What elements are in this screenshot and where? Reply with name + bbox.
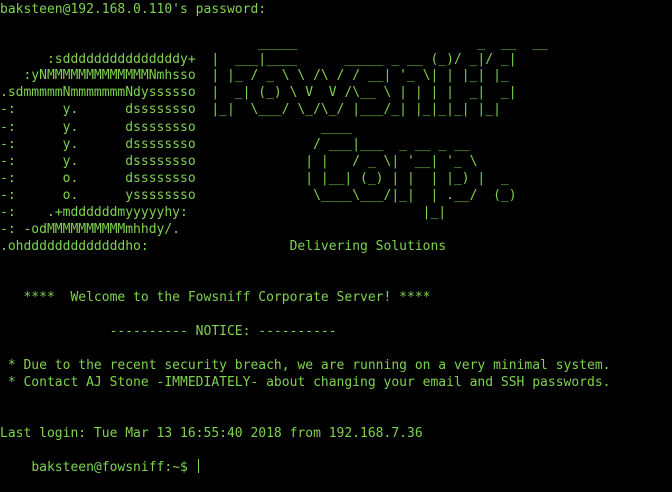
text-cursor (197, 459, 199, 473)
banner-line: .sdmmmmmNmmmmmmmNdyssssso | _| (_) \ V V… (0, 85, 517, 100)
banner-line: _____ _ __ __ (0, 36, 556, 51)
notice-line: * Due to the recent security breach, we … (0, 358, 611, 373)
banner-line: -: y. dssssssso |_| \___/ \_/\_/ |___/_|… (0, 102, 517, 117)
banner-line: -: y. dssssssso | | / _ \| '__| '_ \ (0, 154, 525, 169)
shell-prompt: baksteen@fowsniff:~$ (31, 460, 196, 475)
notice-header: ---------- NOTICE: ---------- (0, 324, 337, 339)
banner-line: :yNMMMMMMMMMMMMMNmhsso | |_ / _ \ \ /\ /… (0, 68, 517, 83)
banner-line: -: .+mddddddmyyyyyhy: |_| (0, 205, 525, 220)
banner-line: -: o. yssssssso \____\___/|_| | .__/ (_) (0, 188, 525, 203)
shell-prompt-line[interactable]: baksteen@fowsniff:~$ (0, 443, 199, 475)
banner-line: -: o. dssssssso | |__| (_) | | | |_) | _ (0, 171, 525, 186)
password-prompt: baksteen@192.168.0.110's password: (0, 2, 267, 17)
banner-line: -: -odMMMMMMMMMMmhhdy/. (0, 222, 525, 237)
welcome-message: **** Welcome to the Fowsniff Corporate S… (0, 290, 431, 305)
banner-line: :sdddddddddddddddy+ | ___|____ _____ _ _… (0, 52, 517, 67)
banner-line: -: y. dssssssso / ___|___ _ __ _ __ (0, 137, 525, 152)
notice-line: * Contact AJ Stone -IMMEDIATELY- about c… (0, 375, 611, 390)
banner-line: -: y. dssssssso ____ (0, 120, 525, 135)
terminal-window[interactable]: baksteen@192.168.0.110's password: _____… (0, 0, 672, 475)
banner-line: .ohdddddddddddddho: Delivering Solutions (0, 239, 447, 254)
last-login-line: Last login: Tue Mar 13 16:55:40 2018 fro… (0, 426, 423, 441)
